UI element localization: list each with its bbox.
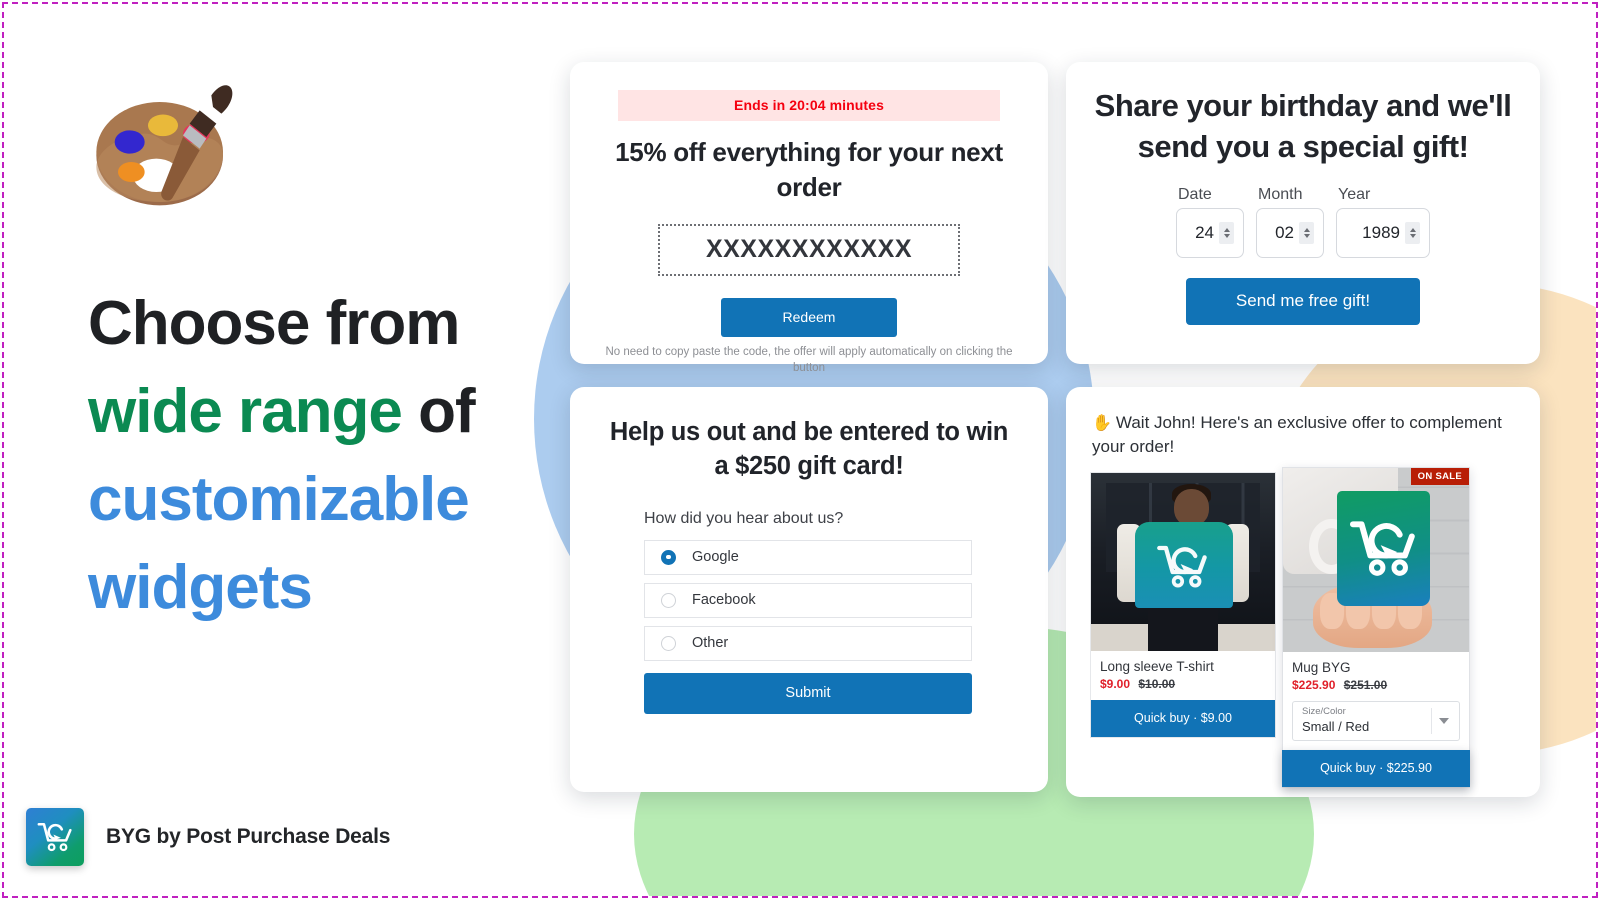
birthday-field-year: Year 1989 [1336,186,1430,258]
product-info-tshirt: Long sleeve T-shirt $9.00 $10.00 [1091,651,1275,691]
survey-option-facebook[interactable]: Facebook [644,582,972,618]
brand-footer: BYG by Post Purchase Deals [26,808,390,866]
page-title: Choose from wide range of customizable w… [88,280,528,632]
product-card-mug[interactable]: ON SALE Mug BYG $225.90 $251.00 Size/Col… [1282,466,1470,788]
hero-line-2-highlight: wide range [88,377,403,447]
radio-icon-google[interactable] [661,549,676,565]
quick-buy-button-tshirt[interactable]: Quick buy · $9.00 [1091,699,1275,737]
product-title: Long sleeve T-shirt [1100,658,1214,674]
month-label: Month [1258,185,1303,203]
product-image-tshirt [1091,472,1275,651]
birthday-headline: Share your birthday and we'll send you a… [1094,88,1512,164]
product-info-mug: Mug BYG $225.90 $251.00 [1283,652,1469,692]
brand-name: BYG by Post Purchase Deals [106,825,391,848]
upsell-headline-text: Wait John! Here's an exclusive offer to … [1092,413,1502,457]
upsell-offer-card: ✋ Wait John! Here's an exclusive offer to… [1066,387,1540,797]
product-prices: $225.90 $251.00 [1292,678,1460,692]
survey-options-list: Google Facebook Other [644,539,972,661]
variant-value: Small / Red [1302,718,1370,734]
artist-palette-icon [96,85,233,206]
birthday-gift-card: Share your birthday and we'll send you a… [1066,62,1540,364]
survey-option-label: Other [692,635,729,652]
countdown-timer-banner: Ends in 20:04 minutes [618,90,1000,121]
date-spinner-arrows-icon[interactable] [1219,221,1234,244]
survey-option-label: Google [692,549,739,566]
survey-option-other[interactable]: Other [644,625,972,661]
product-old-price: $10.00 [1138,676,1176,691]
cart-print-icon [1350,521,1416,576]
month-spinner[interactable]: 02 [1256,207,1324,258]
month-value: 02 [1275,222,1294,242]
product-image-mug [1283,467,1469,652]
year-spinner-arrows-icon[interactable] [1405,221,1420,244]
radio-icon-facebook[interactable] [661,592,676,608]
product-prices: $9.00 $10.00 [1100,677,1266,691]
hero-line-1: Choose from [88,289,460,358]
cart-print-icon [1156,546,1207,588]
hero-line-4: widgets [88,553,313,623]
discount-offer-card: Ends in 20:04 minutes 15% off everything… [570,62,1048,374]
month-spinner-arrows-icon[interactable] [1299,221,1314,244]
survey-option-label: Facebook [692,592,756,609]
raised-hand-emoji-icon: ✋ [1092,415,1112,432]
survey-question: How did you hear about us? [644,509,844,527]
date-value: 24 [1195,222,1214,242]
product-sale-price: $225.90 [1292,677,1336,692]
upsell-headline: ✋ Wait John! Here's an exclusive offer to… [1092,411,1514,459]
birthday-field-month: Month 02 [1256,186,1324,258]
product-title: Mug BYG [1292,659,1351,675]
hero-line-3: customizable [88,465,470,535]
survey-submit-button[interactable]: Submit [644,672,972,714]
survey-headline: Help us out and be entered to win a $250… [609,418,1009,481]
product-old-price: $251.00 [1343,677,1388,692]
survey-option-google[interactable]: Google [644,539,972,575]
send-free-gift-button[interactable]: Send me free gift! [1186,277,1420,325]
date-label: Date [1178,185,1212,203]
year-label: Year [1338,185,1371,203]
birthday-field-date: Date 24 [1176,186,1244,258]
discount-headline: 15% off everything for your next order [615,137,1003,202]
shopping-cart-refresh-icon [37,822,72,852]
page-frame: Choose from wide range of customizable w… [2,2,1598,898]
quick-buy-button-mug[interactable]: Quick buy · $225.90 [1282,749,1470,787]
product-card-tshirt[interactable]: Long sleeve T-shirt $9.00 $10.00 Quick b… [1090,471,1276,738]
coupon-code[interactable]: XXXXXXXXXXXX [658,224,960,277]
variant-select-mug[interactable]: Size/Color Small / Red [1292,700,1460,741]
chevron-down-icon[interactable] [1431,707,1457,734]
upsell-product-list: Long sleeve T-shirt $9.00 $10.00 Quick b… [1090,466,1516,788]
survey-card: Help us out and be entered to win a $250… [570,387,1048,792]
birthday-date-fields: Date 24 Month 02 Year 1989 [1066,186,1540,258]
redeem-button[interactable]: Redeem [721,298,897,338]
hero-section: Choose from wide range of customizable w… [88,82,528,632]
product-sale-price: $9.00 [1100,676,1131,691]
year-spinner[interactable]: 1989 [1336,207,1430,258]
hero-line-2-rest: of [401,377,476,447]
date-spinner[interactable]: 24 [1176,207,1244,258]
year-value: 1989 [1362,222,1400,242]
discount-note: No need to copy paste the code, the offe… [605,346,1013,375]
radio-icon-other[interactable] [661,635,676,651]
on-sale-badge: ON SALE [1410,467,1469,486]
variant-label: Size/Color [1302,705,1346,717]
brand-logo [26,808,84,866]
